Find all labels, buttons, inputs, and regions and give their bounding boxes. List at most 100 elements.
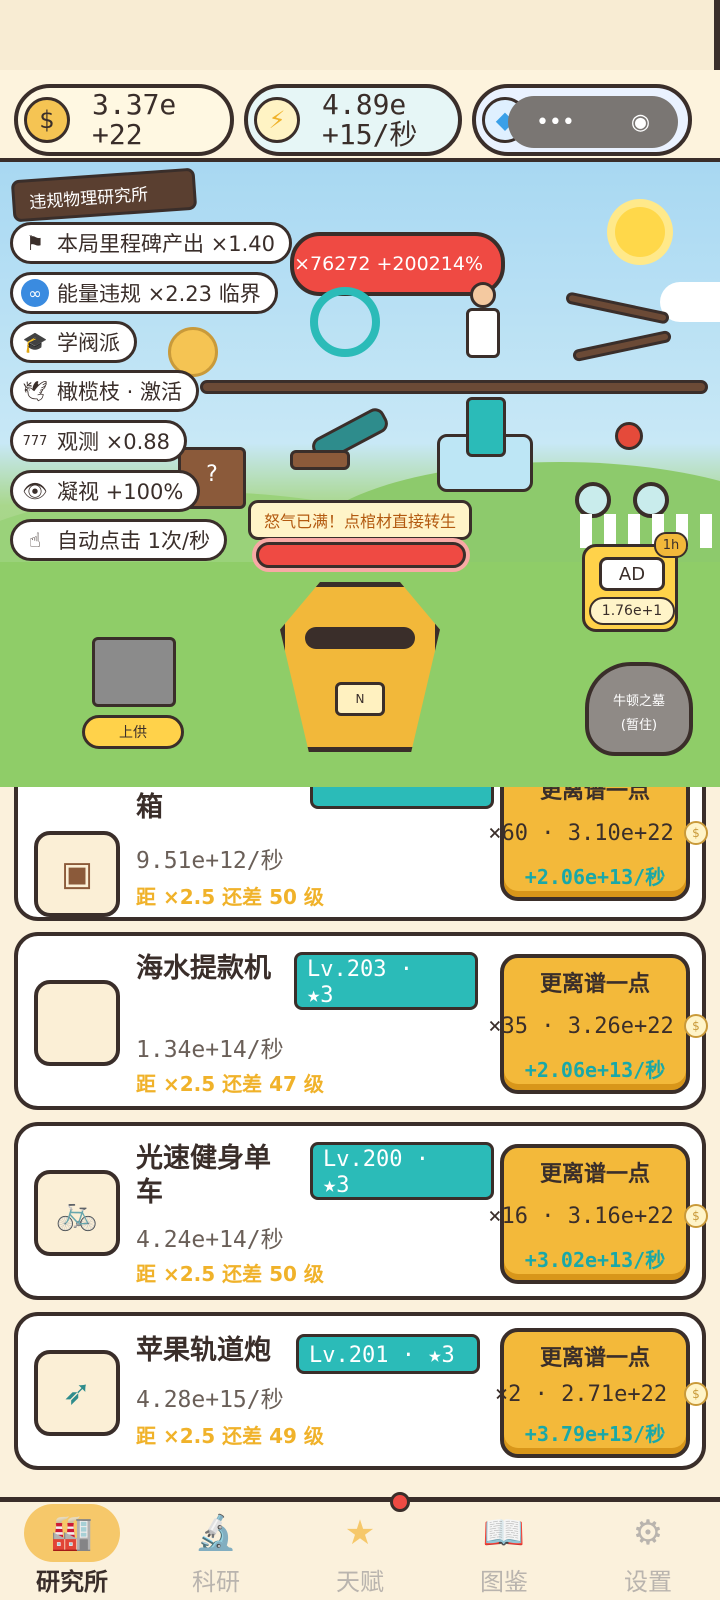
book-icon: 📖	[482, 1513, 526, 1553]
ramp-machine[interactable]	[564, 291, 671, 325]
rage-progress-bar	[256, 542, 466, 568]
upgrade-label: 更离谱一点	[539, 1346, 650, 1371]
coins-suffix: +22	[92, 118, 143, 151]
generator-card-bicycle: 🚲 光速健身单车 Lv.200 · ★3 4.24e+14/秒 距 ×2.5 还…	[14, 1122, 708, 1300]
notification-dot	[390, 1492, 410, 1512]
lab-name-tag: 违规物理研究所	[10, 167, 198, 223]
close-target-icon[interactable]: ◉	[631, 110, 650, 135]
generator-list[interactable]: ▣ 箱 ★3 9.51e+12/秒 距 ×2.5 还差 50 级 更离谱一点 ×…	[0, 787, 720, 1500]
coffin-button[interactable]	[280, 582, 440, 752]
level-badge: Lv.201 · ★3	[296, 1334, 480, 1374]
bottom-tab-bar: 🏭 研究所 🔬 科研 ★ 天赋 📖 图鉴 ⚙ 设置	[0, 1497, 720, 1600]
offer-button[interactable]: 上供	[82, 715, 184, 749]
generator-rate: 4.28e+15/秒	[136, 1387, 284, 1413]
upgrade-gain: +3.02e+13/秒	[524, 1248, 666, 1272]
fence	[580, 514, 720, 548]
tab-label: 科研	[192, 1568, 240, 1596]
tab-label: 设置	[624, 1568, 672, 1596]
tab-label: 图鉴	[480, 1568, 528, 1596]
generator-rate: 4.24e+14/秒	[136, 1227, 284, 1253]
buff-milestone[interactable]: ⚑ 本局里程碑产出 ×1.40	[10, 222, 293, 264]
shrine-altar[interactable]	[92, 637, 176, 707]
ad-timer-badge: 1h	[654, 532, 688, 558]
tab-label: 天赋	[336, 1568, 384, 1596]
ad-label: AD	[599, 557, 665, 591]
top-band	[0, 0, 720, 70]
magnifier-machine[interactable]	[310, 287, 380, 357]
newton-tomb[interactable]: 牛顿之墓 (暂住)	[585, 662, 693, 756]
bicycle-icon: 🚲	[34, 1170, 120, 1256]
stars-line: ★3	[323, 1173, 350, 1198]
buff-faction[interactable]: 🎓 学阀派	[10, 321, 137, 363]
apple-railgun-sprite[interactable]	[290, 404, 392, 472]
gear-icon: ⚙	[632, 1513, 664, 1553]
tab-talent[interactable]: ★ 天赋	[288, 1502, 432, 1600]
atm-icon	[34, 980, 120, 1066]
generator-rate: 1.34e+14/秒	[136, 1037, 284, 1063]
ad-reward-value: 1.76e+1	[589, 597, 675, 625]
tab-collection[interactable]: 📖 图鉴	[432, 1502, 576, 1600]
upgrade-button[interactable]: 更离谱一点 ×16 · 3.16e+22 +3.02e+13/秒 $	[488, 1144, 708, 1284]
treasure-chest-icon: ▣	[34, 831, 120, 917]
buff-gaze[interactable]: 👁 凝视 +100%	[10, 470, 201, 512]
star-icon: ★	[344, 1513, 376, 1553]
generator-rate: 9.51e+12/秒	[136, 848, 284, 874]
coin-icon: $	[684, 1204, 708, 1228]
upgrade-cost: ×35 · 3.26e+22	[488, 1014, 674, 1039]
sun-icon	[615, 207, 665, 257]
buff-autoclick[interactable]: ☝ 自动点击 1次/秒	[10, 519, 228, 561]
upgrade-label: 更离谱一点	[539, 972, 650, 997]
miniapp-capsule[interactable]: ••• ◉	[508, 96, 678, 148]
coffin-eye-icon	[305, 627, 415, 649]
eye-icon: 👁	[22, 479, 48, 503]
coins-counter: $ 3.37e +22	[14, 84, 234, 156]
generator-card-cannon: ➶ 苹果轨道炮 Lv.201 · ★3 4.28e+15/秒 距 ×2.5 还差…	[14, 1312, 708, 1470]
coffin-plate: N	[335, 682, 385, 716]
buff-label: 橄榄枝 · 激活	[57, 380, 183, 404]
upgrade-label: 更离谱一点	[539, 787, 650, 804]
buff-label: 观测 ×0.88	[57, 430, 171, 454]
buff-label: 能量违规 ×2.23 临界	[57, 282, 261, 306]
cannon-icon: ➶	[34, 1350, 120, 1436]
more-icon[interactable]: •••	[536, 110, 575, 135]
tab-label: 研究所	[36, 1568, 108, 1596]
lab-scene: ×76272 +200214% ? 违规物理研究所 ⚑ 本局里程碑产出 ×1.4…	[0, 162, 720, 787]
microscope-icon: 🔬	[194, 1513, 238, 1553]
level-line: Lv.203 ·	[307, 957, 413, 982]
gems-counter: ◆ 579 ••• ◉	[472, 84, 692, 156]
generator-card-chest: ▣ 箱 ★3 9.51e+12/秒 距 ×2.5 还差 50 级 更离谱一点 ×…	[14, 787, 708, 921]
coin-icon: $	[684, 821, 708, 845]
graduation-cap-icon: 🎓	[22, 330, 48, 354]
milestone-gap: 距 ×2.5 还差 50 级	[136, 885, 324, 909]
upgrade-gain: +2.06e+13/秒	[524, 865, 666, 889]
tab-research[interactable]: 🔬 科研	[144, 1502, 288, 1600]
tab-settings[interactable]: ⚙ 设置	[576, 1502, 720, 1600]
bicycle-sprite[interactable]	[575, 422, 675, 522]
level-badge: Lv.200 · ★3	[310, 1142, 494, 1200]
coin-icon: $	[684, 1014, 708, 1038]
level-badge: Lv.203 · ★3	[294, 952, 478, 1010]
energy-counter: ⚡ 4.89e +15/秒	[244, 84, 462, 156]
buff-energy[interactable]: ∞ 能量违规 ×2.23 临界	[10, 272, 278, 314]
buff-observe[interactable]: 777 观测 ×0.88	[10, 420, 188, 462]
resource-bar: $ 3.37e +22 ⚡ 4.89e +15/秒 ◆ 579 ••• ◉	[0, 70, 720, 162]
rage-full-label: 怒气已满！点棺材直接转生	[248, 500, 472, 540]
milestone-gap: 距 ×2.5 还差 50 级	[136, 1262, 324, 1286]
upgrade-gain: +3.79e+13/秒	[524, 1422, 666, 1446]
level-badge: ★3	[310, 787, 494, 809]
level-line: Lv.200 ·	[323, 1147, 429, 1172]
atm-sprite[interactable]	[437, 397, 533, 492]
upgrade-label: 更离谱一点	[539, 1162, 650, 1187]
upgrade-button[interactable]: 更离谱一点 ×35 · 3.26e+22 +2.06e+13/秒 $	[488, 954, 708, 1094]
tomb-subtitle: (暂住)	[620, 718, 658, 733]
infinity-icon: ∞	[21, 279, 49, 307]
scientist-character[interactable]	[462, 282, 502, 372]
upgrade-button[interactable]: 更离谱一点 ×2 · 2.71e+22 +3.79e+13/秒 $	[495, 1328, 708, 1458]
buff-olive-branch[interactable]: 🕊 橄榄枝 · 激活	[10, 370, 200, 412]
checkered-flag-icon: ⚑	[26, 231, 44, 255]
generator-name: 光速健身单车	[136, 1143, 271, 1208]
generator-name: 箱	[136, 792, 163, 823]
upgrade-gain: +2.06e+13/秒	[524, 1058, 666, 1082]
upgrade-button[interactable]: 更离谱一点 ×60 · 3.10e+22 +2.06e+13/秒 $	[488, 787, 708, 901]
tab-institute[interactable]: 🏭 研究所	[0, 1502, 144, 1600]
